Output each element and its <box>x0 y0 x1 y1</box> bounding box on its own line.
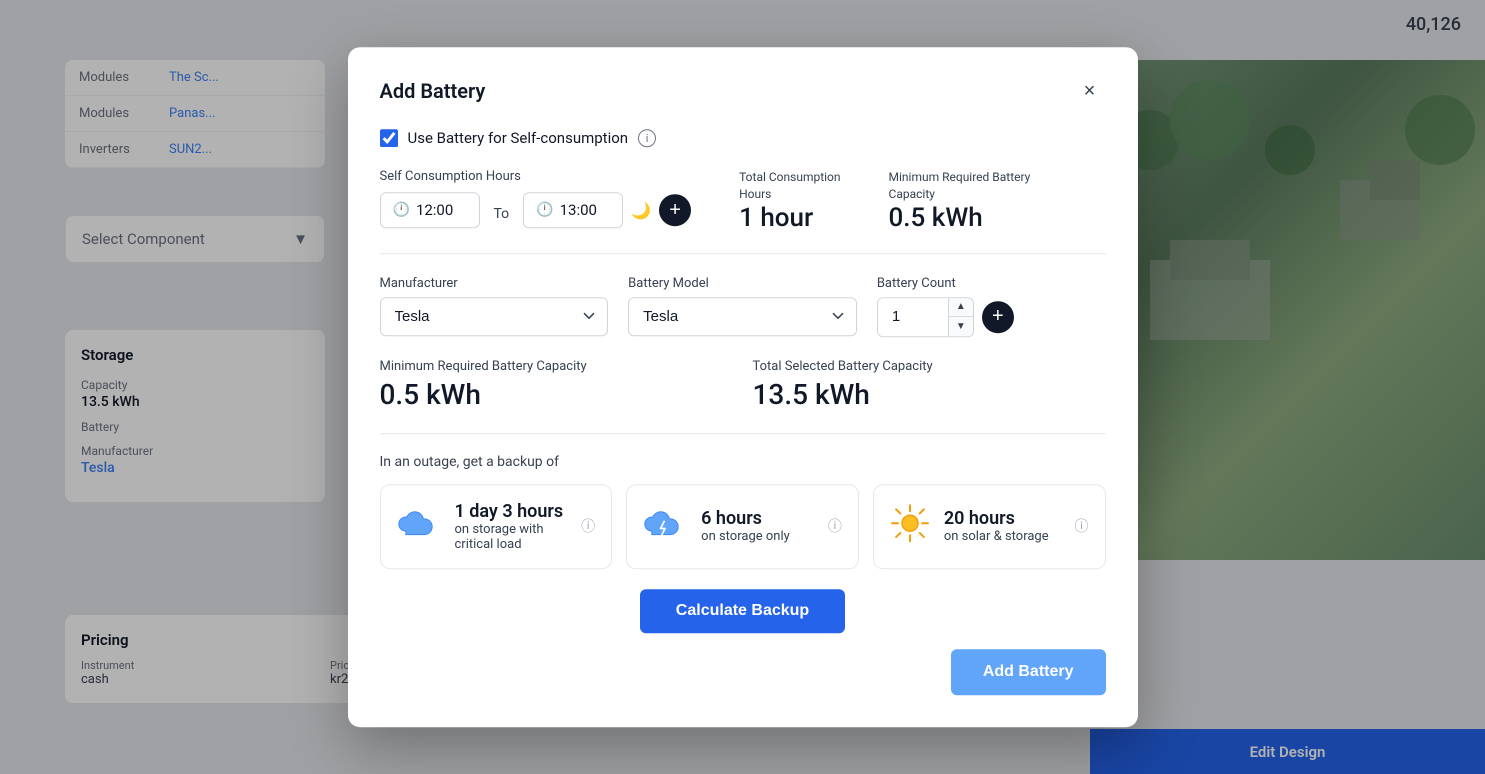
outage-card-2-title: 6 hours <box>701 508 814 529</box>
outage-card-solar: 20 hours on solar & storage ⓘ <box>873 484 1106 569</box>
clock-icon: 🕛 <box>393 202 410 218</box>
self-consumption-hours-label: Self Consumption Hours <box>380 169 692 184</box>
outage-card-3-info-icon[interactable]: ⓘ <box>1075 516 1089 536</box>
count-up-button[interactable]: ▲ <box>949 298 973 317</box>
outage-cards: 1 day 3 hours on storage with critical l… <box>380 484 1106 569</box>
manufacturer-select[interactable]: Tesla <box>380 297 609 336</box>
to-time-input[interactable]: 🕛 13:00 <box>523 192 623 228</box>
outage-card-1-sub: on storage with critical load <box>455 522 568 552</box>
total-selected-capacity-val: 13.5 kWh <box>753 378 1106 411</box>
manufacturer-label: Manufacturer <box>380 276 609 291</box>
min-capacity-label: Minimum Required Battery Capacity <box>889 169 1031 203</box>
outage-card-3-text: 20 hours on solar & storage <box>944 508 1061 544</box>
sun-icon <box>890 503 930 549</box>
to-text: To <box>488 206 516 222</box>
battery-count-input[interactable] <box>878 298 948 335</box>
dropdowns-row: Manufacturer Tesla Battery Model Tesla B… <box>380 276 1106 337</box>
total-consumption-value: 1 hour <box>739 203 840 233</box>
min-required-capacity-section: Minimum Required Battery Capacity 0.5 kW… <box>889 169 1031 233</box>
checkbox-label: Use Battery for Self-consumption <box>408 129 629 147</box>
checkbox-row: Use Battery for Self-consumption i <box>380 129 1106 147</box>
to-time-value: 13:00 <box>560 201 597 219</box>
self-consumption-checkbox[interactable] <box>380 129 398 147</box>
divider-1 <box>380 253 1106 254</box>
capacity-row: Minimum Required Battery Capacity 0.5 kW… <box>380 359 1106 411</box>
outage-card-1-title: 1 day 3 hours <box>455 501 568 522</box>
battery-count-group: Battery Count ▲ ▼ + <box>877 276 1106 337</box>
calculate-backup-button[interactable]: Calculate Backup <box>640 589 845 633</box>
outage-card-3-sub: on solar & storage <box>944 529 1061 544</box>
info-icon[interactable]: i <box>638 129 656 147</box>
divider-2 <box>380 433 1106 434</box>
from-time-input[interactable]: 🕛 12:00 <box>380 192 480 228</box>
battery-model-select[interactable]: Tesla <box>628 297 857 336</box>
clock-icon-2: 🕛 <box>536 202 553 218</box>
cloud-icon <box>397 505 441 547</box>
moon-icon: 🌙 <box>631 201 651 220</box>
count-down-button[interactable]: ▼ <box>949 317 973 336</box>
total-selected-capacity-group: Total Selected Battery Capacity 13.5 kWh <box>753 359 1106 411</box>
outage-card-2-info-icon[interactable]: ⓘ <box>828 516 842 536</box>
outage-card-3-title: 20 hours <box>944 508 1061 529</box>
min-required-capacity-label: Minimum Required Battery Capacity <box>380 359 733 374</box>
outage-label: In an outage, get a backup of <box>380 454 1106 470</box>
outage-card-1-info-icon[interactable]: ⓘ <box>581 516 595 536</box>
min-required-capacity-val: 0.5 kWh <box>380 378 733 411</box>
count-input-wrapper: ▲ ▼ <box>877 297 974 337</box>
modal-close-button[interactable]: × <box>1074 75 1106 107</box>
total-consumption-section: Total Consumption Hours 1 hour <box>739 169 840 233</box>
from-time-value: 12:00 <box>416 201 453 219</box>
min-required-capacity-group: Minimum Required Battery Capacity 0.5 kW… <box>380 359 733 411</box>
battery-count-wrapper: ▲ ▼ + <box>877 297 1106 337</box>
outage-card-storage: 6 hours on storage only ⓘ <box>626 484 859 569</box>
cloud-bolt-icon <box>643 505 687 547</box>
time-controls: 🕛 12:00 To 🕛 13:00 🌙 + <box>380 192 692 228</box>
modal-title: Add Battery <box>380 79 486 103</box>
total-consumption-label: Total Consumption Hours <box>739 169 840 203</box>
battery-model-label: Battery Model <box>628 276 857 291</box>
outage-card-2-sub: on storage only <box>701 529 814 544</box>
outage-card-2-text: 6 hours on storage only <box>701 508 814 544</box>
modal-header: Add Battery × <box>380 75 1106 107</box>
total-selected-capacity-label: Total Selected Battery Capacity <box>753 359 1106 374</box>
manufacturer-group: Manufacturer Tesla <box>380 276 609 337</box>
count-spinners: ▲ ▼ <box>948 298 973 336</box>
add-battery-count-button[interactable]: + <box>982 301 1014 333</box>
outage-card-1-text: 1 day 3 hours on storage with critical l… <box>455 501 568 552</box>
battery-model-group: Battery Model Tesla <box>628 276 857 337</box>
min-capacity-value: 0.5 kWh <box>889 203 1031 233</box>
battery-count-label: Battery Count <box>877 276 1106 291</box>
add-time-button[interactable]: + <box>659 194 691 226</box>
add-battery-modal: Add Battery × Use Battery for Self-consu… <box>348 47 1138 727</box>
modal-footer: Add Battery <box>380 649 1106 695</box>
add-battery-button[interactable]: Add Battery <box>951 649 1106 695</box>
outage-card-critical: 1 day 3 hours on storage with critical l… <box>380 484 613 569</box>
